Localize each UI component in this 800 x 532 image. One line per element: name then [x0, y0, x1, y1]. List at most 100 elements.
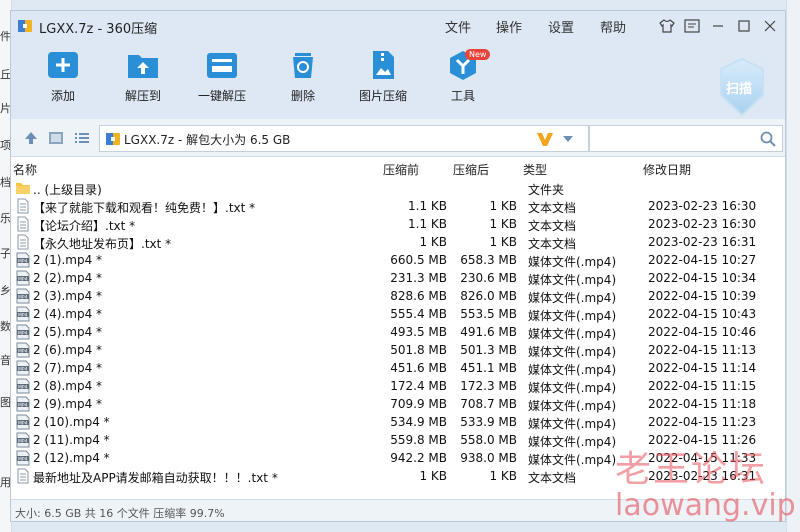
table-row[interactable]: MP4 2 (2).mp4 * 231.3 MB 230.6 MB 媒体文件(.mp4)… [11, 269, 785, 287]
menu-help[interactable]: 帮助 [600, 17, 626, 36]
mp4-file-icon: MP4 [16, 270, 30, 286]
table-row[interactable]: MP4 2 (5).mp4 * 493.5 MB 491.6 MB 媒体文件(.mp4)… [11, 323, 785, 341]
menu-settings[interactable]: 设置 [548, 17, 574, 36]
minimize-icon[interactable] [707, 15, 729, 37]
archive-app-icon [18, 20, 32, 32]
search-input[interactable] [589, 125, 783, 152]
image-compress-label: 图片压缩 [358, 89, 407, 103]
file-size: 501.8 MB [390, 343, 447, 357]
path-field[interactable]: LGXX.7z - 解包大小为 6.5 GB [99, 125, 589, 152]
file-packed-size: 558.0 MB [460, 433, 517, 447]
file-size: 660.5 MB [390, 253, 447, 267]
image-compress-icon [373, 51, 394, 79]
toolbar: 添加 解压到 一键解压 删除 图片压缩 New 工具 扫描 [11, 41, 785, 119]
menu-file[interactable]: 文件 [445, 17, 471, 36]
watermark-text: 老王论坛 [615, 449, 768, 490]
svg-text:MP4: MP4 [18, 456, 28, 462]
mp4-file-icon: MP4 [16, 324, 30, 340]
table-row[interactable]: 【来了就能下载和观看！纯免费！】.txt * 1.1 KB 1 KB 文本文档 2023… [11, 197, 785, 215]
table-row[interactable]: MP4 2 (10).mp4 * 534.9 MB 533.9 MB 媒体文件(.mp4… [11, 413, 785, 431]
file-modified: 2022-04-15 10:34 [648, 271, 757, 285]
column-name[interactable]: 名称 [13, 161, 37, 178]
file-packed-size: 1 KB [489, 469, 517, 483]
text-file-icon [17, 468, 29, 484]
mp4-file-icon: MP4 [16, 396, 30, 412]
status-text: 大小: 6.5 GB 共 16 个文件 压缩率 99.7% [15, 507, 225, 520]
table-row[interactable]: MP4 2 (1).mp4 * 660.5 MB 658.3 MB 媒体文件(.mp4)… [11, 251, 785, 269]
column-type[interactable]: 类型 [523, 161, 547, 178]
add-button[interactable]: 添加 [33, 49, 93, 104]
background-right-strip [786, 0, 800, 532]
extract-to-button[interactable]: 解压到 [113, 49, 173, 104]
file-size: 559.8 MB [390, 433, 447, 447]
delete-label: 删除 [290, 89, 315, 103]
file-name: 2 (7).mp4 * [33, 361, 103, 375]
file-modified: 2023-02-23 16:31 [648, 235, 757, 249]
text-file-icon [17, 216, 29, 232]
file-packed-size: 658.3 MB [460, 253, 517, 267]
file-modified: 2022-04-15 11:13 [648, 343, 757, 357]
mp4-file-icon: MP4 [16, 288, 30, 304]
file-packed-size: 533.9 MB [460, 415, 517, 429]
table-row[interactable]: 【永久地址发布页】.txt * 1 KB 1 KB 文本文档 2023-02-23 16… [11, 233, 785, 251]
table-row[interactable]: MP4 2 (4).mp4 * 555.4 MB 553.5 MB 媒体文件(.mp4)… [11, 305, 785, 323]
table-row[interactable]: MP4 2 (9).mp4 * 709.9 MB 708.7 MB 媒体文件(.mp4)… [11, 395, 785, 413]
v-logo-icon[interactable] [536, 131, 554, 147]
file-modified: 2022-04-15 10:46 [648, 325, 757, 339]
scan-button[interactable]: 扫描 [713, 55, 771, 119]
list-view-icon[interactable] [74, 131, 90, 145]
skin-icon[interactable] [656, 15, 678, 37]
feedback-icon[interactable] [681, 15, 703, 37]
file-size: 1 KB [419, 469, 447, 483]
column-modified[interactable]: 修改日期 [643, 161, 691, 178]
file-name: 2 (11).mp4 * [33, 433, 110, 447]
svg-text:MP4: MP4 [18, 276, 28, 282]
svg-text:MP4: MP4 [18, 330, 28, 336]
file-size: 1 KB [419, 235, 447, 249]
file-modified: 2022-04-15 11:23 [648, 415, 757, 429]
file-packed-size: 1 KB [489, 235, 517, 249]
svg-text:MP4: MP4 [18, 384, 28, 390]
table-row[interactable]: MP4 2 (8).mp4 * 172.4 MB 172.3 MB 媒体文件(.mp4)… [11, 377, 785, 395]
thumbnail-view-icon[interactable] [48, 131, 64, 145]
table-row[interactable]: .. (上级目录) 文件夹 [11, 179, 785, 197]
file-name: 2 (10).mp4 * [33, 415, 110, 429]
svg-text:MP4: MP4 [18, 294, 28, 300]
file-name: 2 (4).mp4 * [33, 307, 103, 321]
table-row[interactable]: 【论坛介绍】.txt * 1.1 KB 1 KB 文本文档 2023-02-23 16:… [11, 215, 785, 233]
file-packed-size: 938.0 MB [460, 451, 517, 465]
file-type: 文件夹 [528, 183, 565, 197]
tools-button[interactable]: New 工具 [433, 49, 493, 104]
mp4-file-icon: MP4 [16, 378, 30, 394]
file-name: 【来了就能下载和观看！纯免费！】.txt * [33, 201, 256, 215]
column-size[interactable]: 压缩前 [383, 161, 419, 178]
maximize-icon[interactable] [733, 15, 755, 37]
svg-text:MP4: MP4 [18, 402, 28, 408]
file-type: 文本文档 [528, 237, 577, 251]
add-label: 添加 [50, 89, 75, 103]
column-packed[interactable]: 压缩后 [453, 161, 489, 178]
menu-operate[interactable]: 操作 [496, 17, 522, 36]
one-click-extract-icon [207, 53, 237, 78]
file-modified: 2023-02-23 16:30 [648, 217, 757, 231]
mp4-file-icon: MP4 [16, 306, 30, 322]
file-size: 534.9 MB [390, 415, 447, 429]
file-name: 【论坛介绍】.txt * [33, 219, 136, 233]
mp4-file-icon: MP4 [16, 342, 30, 358]
image-compress-button[interactable]: 图片压缩 [353, 49, 413, 104]
table-row[interactable]: MP4 2 (3).mp4 * 828.6 MB 826.0 MB 媒体文件(.mp4)… [11, 287, 785, 305]
window-title: LGXX.7z - 360压缩 [39, 22, 158, 37]
chevron-down-icon[interactable] [562, 135, 574, 143]
one-click-extract-button[interactable]: 一键解压 [192, 49, 252, 104]
table-row[interactable]: MP4 2 (7).mp4 * 451.6 MB 451.1 MB 媒体文件(.mp4)… [11, 359, 785, 377]
up-arrow-icon[interactable] [23, 131, 39, 145]
file-modified: 2022-04-15 11:14 [648, 361, 757, 375]
delete-button[interactable]: 删除 [273, 49, 333, 104]
path-text: LGXX.7z - 解包大小为 6.5 GB [124, 133, 291, 147]
table-row[interactable]: MP4 2 (6).mp4 * 501.8 MB 501.3 MB 媒体文件(.mp4)… [11, 341, 785, 359]
search-icon[interactable] [760, 131, 776, 147]
close-icon[interactable] [759, 15, 781, 37]
file-packed-size: 1 KB [489, 217, 517, 231]
scan-label: 扫描 [726, 82, 753, 97]
file-size: 709.9 MB [390, 397, 447, 411]
